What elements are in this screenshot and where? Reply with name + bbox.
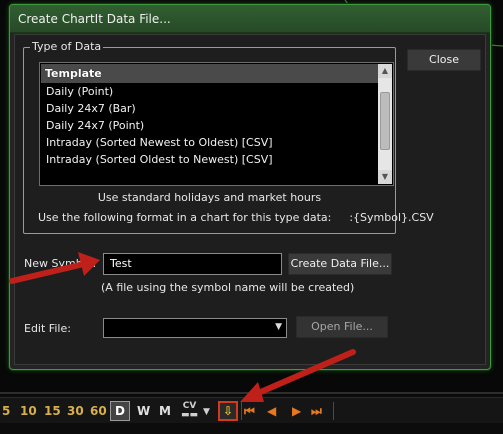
list-item[interactable]: Intraday (Sorted Newest to Oldest) [CSV] (41, 134, 378, 151)
daily-button[interactable]: D (110, 401, 130, 421)
first-bar-icon[interactable]: ⏮ (244, 403, 255, 419)
create-data-file-dialog: Create ChartIt Data File... Type of Data… (9, 4, 491, 370)
group-label: Type of Data (30, 40, 104, 53)
edit-file-select[interactable]: ▼ (103, 318, 287, 338)
list-header-template[interactable]: Template (41, 64, 378, 83)
weekly-button[interactable]: W (137, 402, 150, 420)
toolbar-separator (333, 402, 334, 420)
previous-icon[interactable]: ◀ (267, 403, 276, 419)
chevron-down-icon[interactable]: ▼ (275, 322, 282, 332)
close-button[interactable]: Close (407, 49, 481, 71)
scroll-up-icon[interactable]: ▲ (378, 64, 392, 78)
monthly-button[interactable]: M (159, 402, 171, 420)
toolbar-separator (241, 402, 242, 420)
template-items: Daily (Point) Daily 24x7 (Bar) Daily 24x… (41, 83, 378, 168)
next-icon[interactable]: ▶ (292, 403, 301, 419)
format-note: Use the following format in a chart for … (38, 211, 434, 224)
interval-10-button[interactable]: 10 (20, 402, 37, 420)
create-data-file-button[interactable]: Create Data File... (288, 253, 392, 275)
list-item[interactable]: Daily 24x7 (Bar) (41, 100, 378, 117)
interval-5-button[interactable]: 5 (2, 402, 10, 420)
holiday-note: Use standard holidays and market hours (97, 191, 322, 204)
type-of-data-group: Type of Data Template Daily (Point) Dail… (23, 40, 434, 234)
chart-view-dropdown-icon[interactable]: ▼ (203, 403, 210, 421)
interval-15-button[interactable]: 15 (44, 402, 61, 420)
list-item[interactable]: Daily 24x7 (Point) (41, 117, 378, 134)
chart-toolbar: 5 10 15 30 60 D W M CV ▬▬ ▼ ⇩ ⏮ ◀ ▶ ⏭ (0, 397, 503, 423)
chart-view-bars: ▬▬ (181, 410, 199, 420)
chart-view-icon[interactable]: CV ▬▬ (181, 402, 198, 420)
interval-60-button[interactable]: 60 (90, 402, 107, 420)
symbol-hint: (A file using the symbol name will be cr… (101, 281, 355, 294)
scroll-thumb[interactable] (380, 92, 390, 150)
list-item[interactable]: Daily (Point) (41, 83, 378, 100)
toolbar-divider (0, 392, 503, 394)
new-symbol-label: New Symbol: (24, 257, 97, 270)
list-scrollbar[interactable]: ▲ ▼ (378, 64, 392, 184)
list-item[interactable]: Intraday (Sorted Oldest to Newest) [CSV] (41, 151, 378, 168)
edit-file-label: Edit File: (24, 322, 71, 335)
format-value: :{Symbol}.CSV (349, 211, 434, 224)
format-label: Use the following format in a chart for … (38, 211, 332, 224)
new-symbol-input[interactable]: Test (103, 253, 282, 275)
dialog-body: Type of Data Template Daily (Point) Dail… (14, 34, 486, 365)
last-bar-icon[interactable]: ⏭ (311, 403, 322, 419)
scroll-down-icon[interactable]: ▼ (378, 170, 392, 184)
fit-data-icon[interactable]: ⇩ (218, 401, 238, 421)
template-list[interactable]: Template Daily (Point) Daily 24x7 (Bar) … (39, 62, 394, 186)
open-file-button[interactable]: Open File... (296, 316, 388, 338)
dialog-title: Create ChartIt Data File... (10, 5, 490, 33)
interval-30-button[interactable]: 30 (67, 402, 84, 420)
